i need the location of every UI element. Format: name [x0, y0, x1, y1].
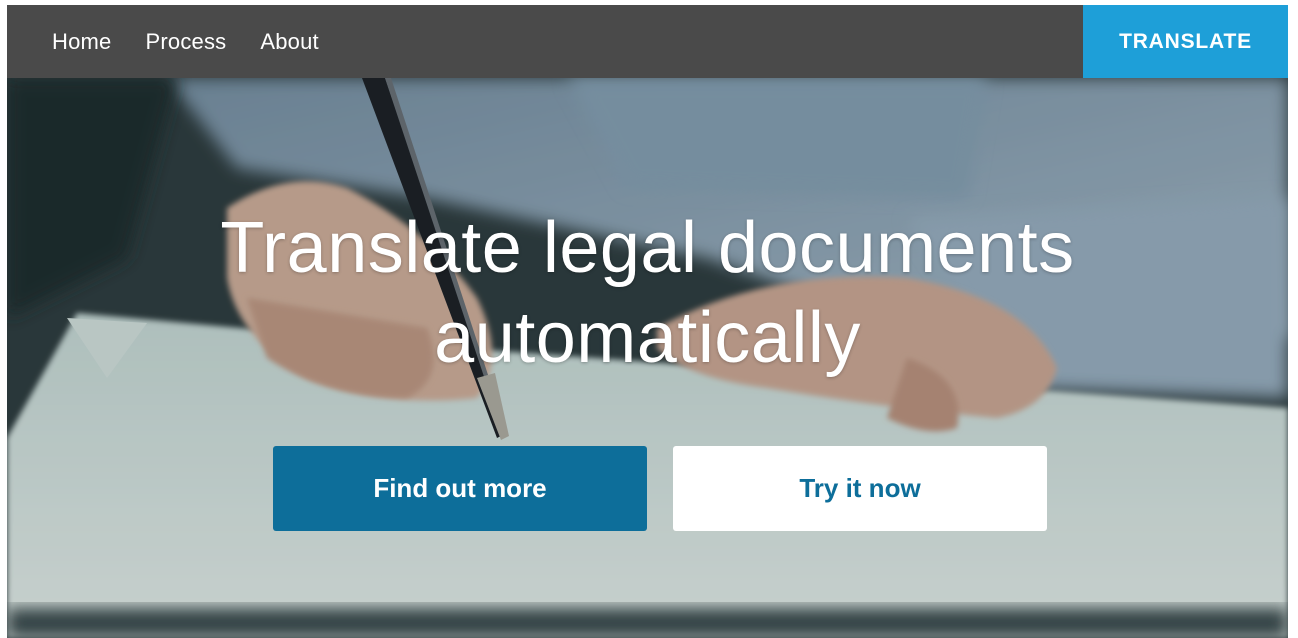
nav-link-home[interactable]: Home	[52, 29, 112, 55]
hero-title-line1: Translate legal documents	[220, 208, 1075, 288]
nav-link-about[interactable]: About	[260, 29, 319, 55]
page-frame: Home Process About TRANSLATE Translate l…	[7, 5, 1288, 638]
find-out-more-button[interactable]: Find out more	[273, 446, 647, 531]
nav-link-process[interactable]: Process	[146, 29, 227, 55]
hero-title-line2: automatically	[434, 298, 861, 378]
navbar: Home Process About TRANSLATE	[7, 5, 1288, 78]
try-it-now-button[interactable]: Try it now	[673, 446, 1047, 531]
nav-links: Home Process About	[52, 5, 319, 78]
hero-title: Translate legal documents automatically	[7, 203, 1288, 383]
translate-button[interactable]: TRANSLATE	[1083, 5, 1288, 78]
hero-section: Translate legal documents automatically …	[7, 78, 1288, 638]
